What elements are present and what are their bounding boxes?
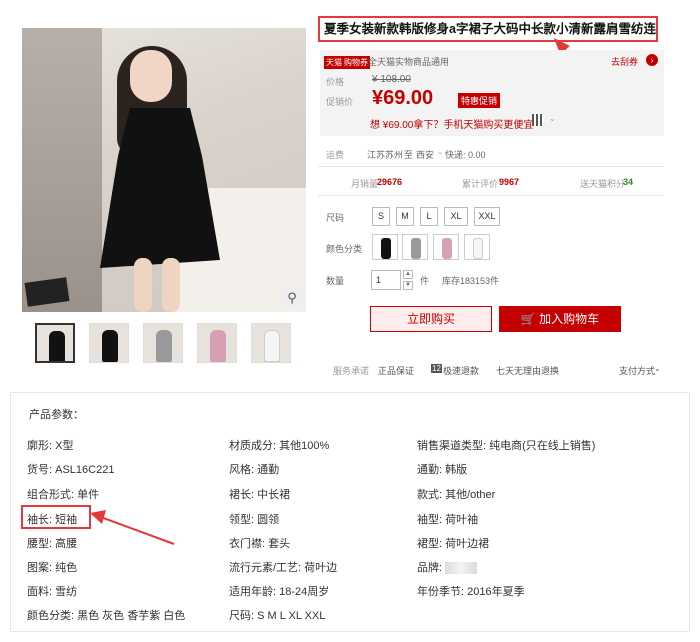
add-to-cart-button[interactable]: 🛒 加入购物车 bbox=[499, 306, 621, 332]
points-label: 送天猫积分 bbox=[580, 179, 626, 189]
color-label: 颜色分类 bbox=[326, 244, 363, 254]
sale-tag: 特惠促销 bbox=[458, 93, 501, 108]
param-item: 尺码: S M L XL XXL bbox=[229, 610, 326, 622]
coupon-text: 全天猫实物商品通用 bbox=[368, 57, 450, 67]
param-item: 销售渠道类型: 纯电商(只在线上销售) bbox=[417, 440, 596, 452]
param-item: 裙型: 荷叶边裙 bbox=[417, 538, 490, 550]
thumbnail[interactable] bbox=[89, 323, 129, 363]
product-params-panel: 产品参数： bbox=[10, 392, 690, 632]
thumbnail[interactable] bbox=[251, 323, 291, 363]
delivery-to-select[interactable]: 西安 bbox=[416, 148, 434, 161]
color-swatch-white[interactable] bbox=[464, 234, 490, 260]
price-label: 价格 bbox=[326, 77, 345, 87]
thumbnail[interactable] bbox=[35, 323, 75, 363]
param-item: 材质成分: 其他100% bbox=[229, 440, 330, 452]
mobile-promo-text[interactable]: 想 ¥69.00拿下？手机天猫购买更便宜 bbox=[370, 116, 533, 131]
promo-price: ¥69.00 bbox=[372, 87, 434, 109]
service-genuine[interactable]: 正品保证 bbox=[378, 364, 414, 377]
model-leg bbox=[134, 258, 152, 312]
param-item: 面料: 雪纺 bbox=[27, 586, 78, 598]
cart-icon: 🛒 bbox=[520, 312, 540, 326]
thumbnail[interactable] bbox=[197, 323, 237, 363]
size-option-xxl[interactable]: XXL bbox=[474, 207, 500, 226]
param-item: 袖长: 短袖 bbox=[27, 514, 78, 526]
divider bbox=[318, 166, 664, 167]
params-header: 产品参数： bbox=[29, 409, 84, 421]
decrease-icon[interactable]: ▼ bbox=[403, 281, 413, 290]
param-item: 通勤: 韩版 bbox=[417, 464, 468, 476]
price-panel: 天猫 购物券 全天猫实物商品通用 去刮券 › 价格 ¥ 108.00 促销价 ¥… bbox=[320, 50, 664, 136]
quantity-input[interactable]: 1 bbox=[371, 270, 401, 290]
chevron-right-icon[interactable]: › bbox=[646, 54, 658, 66]
service-refund[interactable]: 极速退款 bbox=[443, 364, 479, 377]
color-swatch-pink[interactable] bbox=[433, 234, 459, 260]
param-item: 衣门襟: 套头 bbox=[229, 538, 291, 550]
param-item: 袖型: 荷叶袖 bbox=[417, 514, 479, 526]
tmall-badge: 天猫 bbox=[324, 56, 344, 69]
refund-badge: 12 bbox=[431, 364, 442, 373]
promo-label: 促销价 bbox=[326, 97, 354, 107]
coupon-badge: 购物券 bbox=[342, 56, 370, 69]
delivery-from: 江苏苏州 bbox=[367, 150, 404, 160]
reviews-label: 累计评价 bbox=[462, 179, 499, 189]
delivery-label: 运费 bbox=[326, 150, 345, 160]
param-item: 图案: 纯色 bbox=[27, 562, 78, 574]
stock-text: 库存183153件 bbox=[442, 276, 500, 286]
monthly-sales: 29676 bbox=[377, 177, 403, 187]
zoom-icon[interactable]: ⚲ bbox=[282, 288, 302, 308]
size-option-l[interactable]: L bbox=[420, 207, 438, 226]
service-label: 服务承诺 bbox=[333, 366, 370, 376]
model-leg bbox=[162, 258, 180, 312]
increase-icon[interactable]: ▲ bbox=[403, 270, 413, 279]
param-item: 适用年龄: 18-24周岁 bbox=[229, 586, 330, 598]
param-item: 廓形: X型 bbox=[27, 440, 74, 452]
original-price: ¥ 108.00 bbox=[372, 74, 411, 85]
review-count[interactable]: 9967 bbox=[499, 177, 519, 187]
param-item: 款式: 其他/other bbox=[417, 489, 496, 501]
qr-code-icon[interactable] bbox=[532, 114, 544, 126]
size-option-m[interactable]: M bbox=[396, 207, 414, 226]
size-option-s[interactable]: S bbox=[372, 207, 390, 226]
param-item: 风格: 通勤 bbox=[229, 464, 280, 476]
get-coupon-link[interactable]: 去刮券 bbox=[611, 55, 638, 68]
model-face bbox=[130, 50, 172, 102]
points-value: 34 bbox=[623, 177, 634, 187]
param-item: 颜色分类: 黑色 灰色 香芋紫 白色 bbox=[27, 610, 186, 622]
background-wall bbox=[22, 28, 102, 312]
quantity-label: 数量 bbox=[326, 276, 345, 286]
service-return[interactable]: 七天无理由退换 bbox=[496, 364, 559, 377]
size-option-xl[interactable]: XL bbox=[444, 207, 468, 226]
quantity-unit: 件 bbox=[420, 276, 430, 286]
blurred-brand bbox=[445, 562, 478, 575]
delivery-fee: 快递: 0.00 bbox=[445, 150, 486, 160]
param-item: 裙长: 中长裙 bbox=[229, 489, 291, 501]
param-item: 领型: 圆领 bbox=[229, 514, 280, 526]
delivery-to-label: 至 bbox=[404, 150, 414, 160]
param-item: 流行元素/工艺: 荷叶边 bbox=[229, 562, 338, 574]
payment-methods[interactable]: 支付方式 bbox=[619, 364, 655, 377]
buy-now-button[interactable]: 立即购买 bbox=[370, 306, 492, 332]
color-swatch-gray[interactable] bbox=[402, 234, 428, 260]
param-item: 货号: ASL16C221 bbox=[27, 464, 115, 476]
chevron-down-icon[interactable]: ⌄ bbox=[654, 364, 661, 373]
param-item: 组合形式: 单件 bbox=[27, 489, 100, 501]
main-product-image[interactable]: ⚲ bbox=[22, 28, 306, 312]
add-to-cart-label: 加入购物车 bbox=[539, 312, 600, 326]
thumbnail[interactable] bbox=[143, 323, 183, 363]
chevron-down-icon[interactable]: ⌄ bbox=[549, 114, 556, 123]
param-item: 年份季节: 2016年夏季 bbox=[417, 586, 525, 598]
param-item: 腰型: 高腰 bbox=[27, 538, 78, 550]
chevron-down-icon[interactable]: ⌄ bbox=[437, 148, 443, 156]
divider bbox=[318, 195, 664, 196]
size-label: 尺码 bbox=[326, 213, 345, 223]
param-item-brand: 品牌: bbox=[417, 559, 478, 575]
color-swatch-black[interactable] bbox=[372, 234, 398, 260]
monthly-sales-label: 月销量 bbox=[351, 179, 379, 189]
